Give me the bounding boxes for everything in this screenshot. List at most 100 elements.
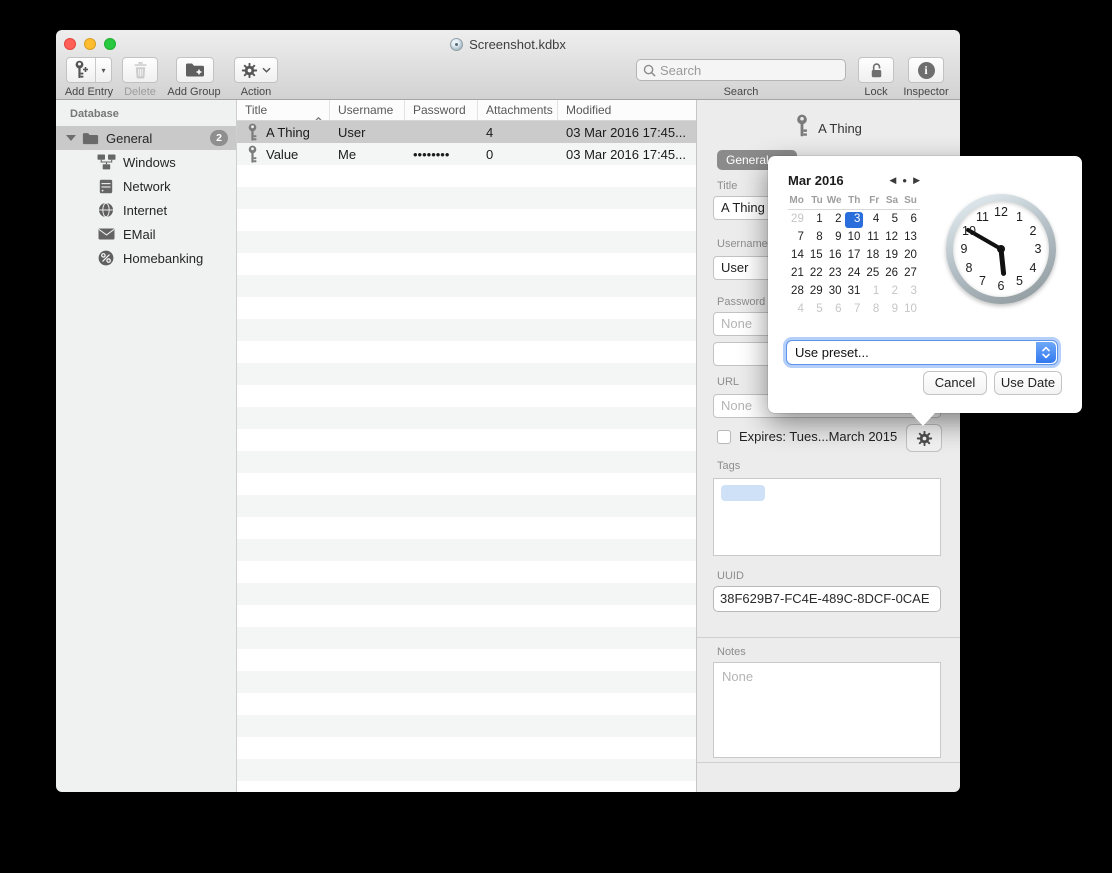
- calendar-day[interactable]: 8: [807, 230, 826, 246]
- calendar-day[interactable]: 29: [807, 284, 826, 300]
- column-header-title[interactable]: Title: [237, 100, 330, 120]
- tags-field[interactable]: [713, 478, 941, 556]
- calendar-day[interactable]: 7: [788, 230, 807, 246]
- sidebar-item-homebanking[interactable]: Homebanking: [56, 246, 236, 270]
- add-group-button[interactable]: [176, 57, 214, 83]
- action-button[interactable]: [234, 57, 278, 83]
- inspector-button[interactable]: i: [908, 57, 944, 83]
- use-date-button[interactable]: Use Date: [994, 371, 1062, 395]
- window-title: Screenshot.kdbx: [469, 37, 566, 52]
- calendar-day[interactable]: 7: [845, 302, 864, 318]
- calendar-day[interactable]: 2: [826, 212, 845, 228]
- date-picker-popover: Mar 2016 ◀ ● ▶ MoTuWeThFrSaSu 2912345678…: [768, 156, 1082, 413]
- sidebar-item-network[interactable]: Network: [56, 174, 236, 198]
- column-header-attachments[interactable]: Attachments: [478, 100, 558, 120]
- sidebar-item-windows[interactable]: Windows: [56, 150, 236, 174]
- calendar-day[interactable]: 5: [882, 212, 901, 228]
- cancel-button[interactable]: Cancel: [923, 371, 987, 395]
- calendar-next-button[interactable]: ▶: [913, 176, 920, 185]
- calendar-today-button[interactable]: ●: [902, 176, 907, 185]
- lock-button[interactable]: [858, 57, 894, 83]
- calendar-day[interactable]: 21: [788, 266, 807, 282]
- calendar-day[interactable]: 16: [826, 248, 845, 264]
- calendar-day[interactable]: 12: [882, 230, 901, 246]
- cell-title: [237, 517, 330, 539]
- calendar-day[interactable]: 20: [901, 248, 920, 264]
- cell-attachments: [478, 363, 558, 385]
- calendar-day[interactable]: 4: [788, 302, 807, 318]
- table-row[interactable]: A ThingUser403 Mar 2016 17:45...: [237, 121, 696, 143]
- cell-attachments: [478, 693, 558, 715]
- cell-password: [405, 473, 478, 495]
- calendar-day[interactable]: 9: [882, 302, 901, 318]
- cell-username: [330, 583, 405, 605]
- calendar-day[interactable]: 11: [863, 230, 882, 246]
- calendar-day[interactable]: 13: [901, 230, 920, 246]
- calendar-day[interactable]: 28: [788, 284, 807, 300]
- sidebar-item-label: Homebanking: [123, 251, 203, 266]
- calendar-day[interactable]: 10: [845, 230, 864, 246]
- cell-password: [405, 385, 478, 407]
- cell-username: [330, 209, 405, 231]
- delete-button[interactable]: [122, 57, 158, 83]
- calendar-day[interactable]: 9: [826, 230, 845, 246]
- calendar-day[interactable]: 1: [863, 284, 882, 300]
- table-row[interactable]: ValueMe••••••••003 Mar 2016 17:45...: [237, 143, 696, 165]
- calendar-day[interactable]: 29: [788, 212, 807, 228]
- column-header-password[interactable]: Password: [405, 100, 478, 120]
- expires-gear-button[interactable]: [906, 424, 942, 452]
- chevron-down-icon: [262, 67, 271, 73]
- calendar-day[interactable]: 10: [901, 302, 920, 318]
- cell-username: [330, 671, 405, 693]
- calendar-day[interactable]: 14: [788, 248, 807, 264]
- sidebar-item-internet[interactable]: Internet: [56, 198, 236, 222]
- calendar-day[interactable]: 1: [807, 212, 826, 228]
- tag-token[interactable]: [721, 485, 765, 501]
- chevron-down-icon[interactable]: ▾: [96, 58, 111, 82]
- cell-attachments: [478, 319, 558, 341]
- search-field[interactable]: [636, 59, 846, 81]
- calendar-day[interactable]: 23: [826, 266, 845, 282]
- calendar-day[interactable]: 3: [901, 284, 920, 300]
- column-header-modified[interactable]: Modified: [558, 100, 696, 120]
- expires-checkbox[interactable]: [717, 430, 731, 444]
- cell-username: [330, 517, 405, 539]
- calendar-day[interactable]: 30: [826, 284, 845, 300]
- calendar-day[interactable]: 25: [863, 266, 882, 282]
- calendar-day[interactable]: 27: [901, 266, 920, 282]
- add-entry-button[interactable]: ▾: [66, 57, 112, 83]
- calendar-day[interactable]: 6: [826, 302, 845, 318]
- calendar-day-selected[interactable]: 3: [845, 212, 864, 228]
- calendar-day[interactable]: 26: [882, 266, 901, 282]
- calendar-prev-button[interactable]: ◀: [889, 176, 896, 185]
- notes-field[interactable]: None: [713, 662, 941, 758]
- disclosure-triangle-icon[interactable]: [66, 135, 76, 141]
- calendar-day[interactable]: 19: [882, 248, 901, 264]
- cell-username: [330, 187, 405, 209]
- calendar-day[interactable]: 4: [863, 212, 882, 228]
- cell-password: [405, 121, 478, 143]
- calendar-day[interactable]: 18: [863, 248, 882, 264]
- cell-password: [405, 231, 478, 253]
- preset-dropdown[interactable]: Use preset...: [786, 340, 1058, 365]
- search-label: Search: [636, 86, 846, 98]
- calendar-weekday: Tu: [807, 195, 826, 206]
- calendar-day[interactable]: 2: [882, 284, 901, 300]
- search-input[interactable]: [660, 63, 839, 78]
- globe-icon: [96, 202, 116, 218]
- document-proxy-icon: [450, 38, 463, 51]
- uuid-field[interactable]: 38F629B7-FC4E-489C-8DCF-0CAE: [713, 586, 941, 612]
- calendar-day[interactable]: 5: [807, 302, 826, 318]
- calendar-day[interactable]: 22: [807, 266, 826, 282]
- calendar-day[interactable]: 15: [807, 248, 826, 264]
- calendar-day[interactable]: 17: [845, 248, 864, 264]
- calendar-day[interactable]: 24: [845, 266, 864, 282]
- calendar-day[interactable]: 8: [863, 302, 882, 318]
- calendar-day[interactable]: 31: [845, 284, 864, 300]
- column-header-username[interactable]: Username: [330, 100, 405, 120]
- cell-username: [330, 363, 405, 385]
- calendar-day[interactable]: 6: [901, 212, 920, 228]
- cell-username: [330, 429, 405, 451]
- sidebar-item-email[interactable]: EMail: [56, 222, 236, 246]
- sidebar-item-general[interactable]: General 2: [56, 126, 236, 150]
